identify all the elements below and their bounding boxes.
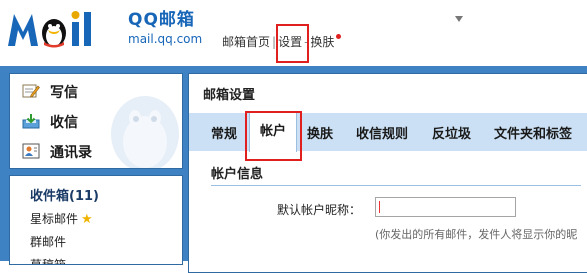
header: QQ邮箱 mail.qq.com 邮箱首页 | 设置 - 换肤 — [0, 0, 587, 66]
receive-label: 收信 — [50, 115, 78, 131]
compose-icon — [22, 84, 40, 98]
top-navigation: 邮箱首页 | 设置 - 换肤 — [222, 33, 342, 50]
tab-anti-spam[interactable]: 反垃圾 — [432, 123, 471, 142]
change-skin-link[interactable]: 换肤 — [310, 33, 334, 50]
settings-tabs: 常规 帐户 换肤 收信规则 反垃圾 文件夹和标签 — [189, 113, 587, 152]
nav-dash: - — [304, 35, 309, 49]
sidebar-actions: 写信 收信 通讯录 — [9, 73, 183, 169]
sidebar-folders: 收件箱(11) 星标邮件 ★ 群邮件 草稿箱 — [9, 175, 183, 265]
qq-mail-logo[interactable] — [6, 6, 130, 52]
nickname-hint: (你发出的所有邮件，发件人将显示你的昵 — [375, 228, 578, 241]
nickname-label: 默认帐户昵称： — [277, 203, 362, 217]
nickname-input[interactable] — [375, 197, 516, 217]
sidebar-item-starred[interactable]: 星标邮件 ★ — [30, 210, 93, 227]
section-title: 帐户信息 — [211, 167, 264, 182]
page-title: 邮箱设置 — [203, 88, 256, 103]
sidebar-item-compose[interactable]: 写信 — [22, 80, 182, 102]
sidebar-item-inbox[interactable]: 收件箱(11) — [30, 185, 99, 204]
brand-text: QQ邮箱 mail.qq.com — [128, 10, 202, 47]
sidebar-item-group-mail[interactable]: 群邮件 — [30, 233, 66, 250]
contacts-icon — [22, 143, 40, 159]
notification-dot — [336, 34, 342, 39]
starred-label: 星标邮件 — [30, 212, 79, 226]
sidebar-item-contacts[interactable]: 通讯录 — [22, 140, 182, 162]
settings-link[interactable]: 设置 — [278, 33, 302, 50]
star-icon: ★ — [81, 212, 93, 227]
tab-skin[interactable]: 换肤 — [307, 123, 333, 142]
tab-folders-labels[interactable]: 文件夹和标签 — [494, 123, 572, 142]
tab-account[interactable]: 帐户 — [249, 113, 298, 152]
nav-separator: | — [272, 35, 277, 49]
text-caret — [379, 201, 380, 213]
brand-name: QQ邮箱 — [128, 10, 195, 30]
sidebar-item-receive[interactable]: 收信 — [22, 110, 182, 132]
contacts-label: 通讯录 — [50, 145, 92, 161]
tab-mail-rules[interactable]: 收信规则 — [356, 123, 408, 142]
account-info-section: 帐户信息 — [211, 163, 581, 186]
receive-icon — [22, 114, 40, 129]
settings-panel: 邮箱设置 常规 帐户 换肤 收信规则 反垃圾 文件夹和标签 帐户信息 默认帐户昵… — [188, 73, 587, 273]
mail-home-link[interactable]: 邮箱首页 — [222, 33, 270, 50]
compose-label: 写信 — [50, 85, 78, 101]
brand-domain: mail.qq.com — [128, 32, 203, 46]
account-dropdown-icon[interactable] — [455, 16, 463, 22]
tab-general[interactable]: 常规 — [211, 123, 237, 142]
